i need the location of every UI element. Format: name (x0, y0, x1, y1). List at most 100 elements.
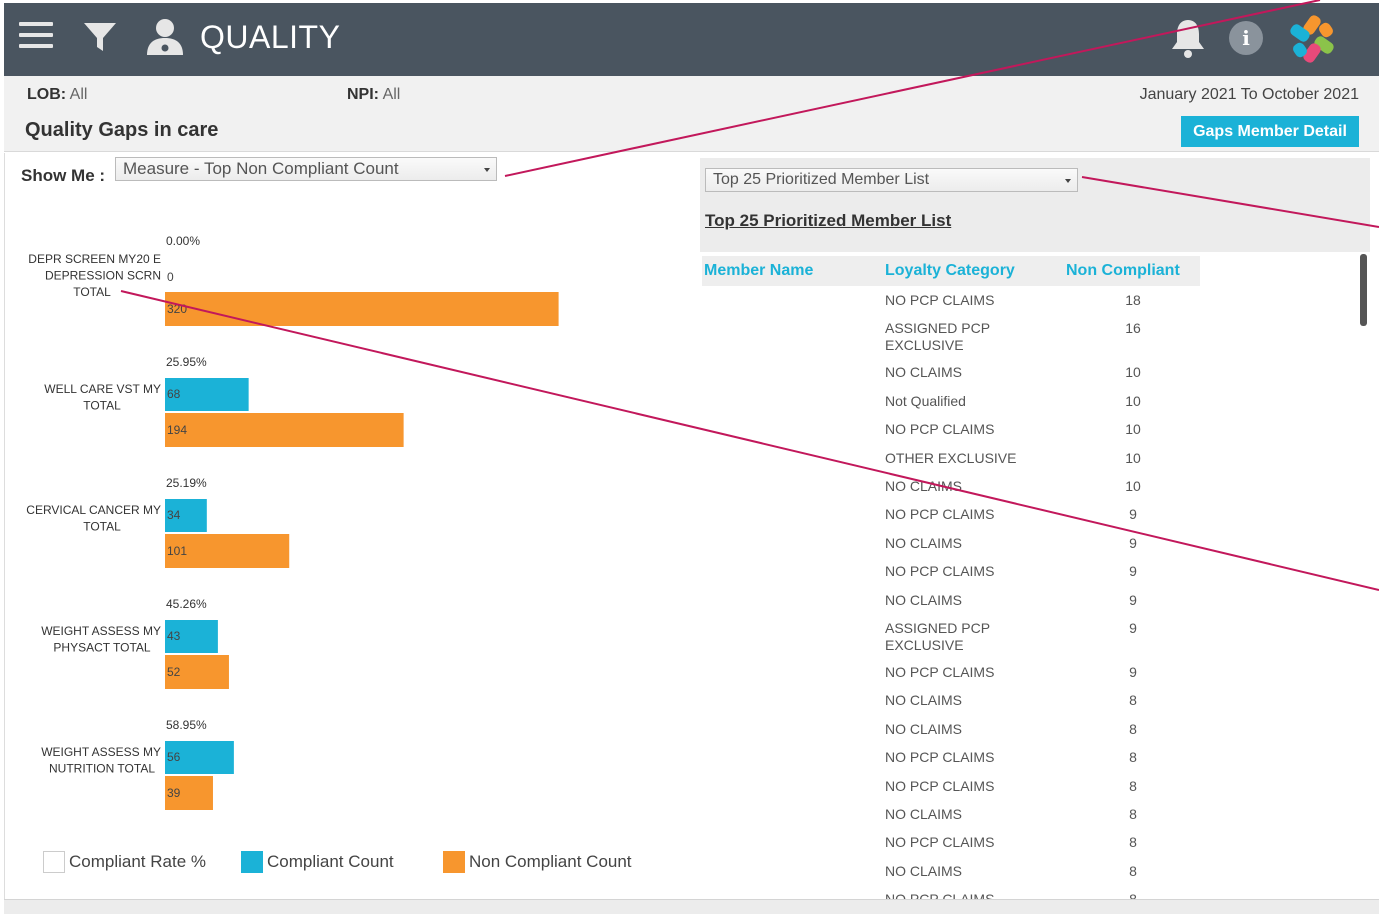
member-list-dropdown[interactable]: Top 25 Prioritized Member List (705, 168, 1078, 192)
compliant-count-label: 68 (167, 387, 181, 401)
noncompliant-count-label: 194 (167, 423, 187, 437)
loyalty-category-cell: NO PCP CLAIMS (885, 749, 995, 766)
filter-header: LOB: All NPI: All January 2021 To Octobe… (4, 76, 1379, 152)
legend-swatch-noncompliant (443, 851, 465, 873)
noncompliant-count-label: 52 (167, 665, 181, 679)
table-header: Member Name Loyalty Category Non Complia… (702, 256, 1200, 286)
noncompliant-count-label: 39 (167, 786, 181, 800)
non-compliant-cell: 9 (1129, 664, 1137, 680)
non-compliant-cell: 10 (1125, 478, 1141, 494)
category-label: PHYSACT TOTAL (53, 641, 150, 655)
npi-filter[interactable]: NPI: All (347, 86, 400, 104)
non-compliant-cell: 10 (1125, 449, 1141, 466)
non-compliant-cell: 9 (1129, 506, 1137, 523)
non-compliant-cell: 8 (1129, 692, 1137, 709)
column-header-non-compliant[interactable]: Non Compliant (1066, 262, 1180, 280)
info-icon[interactable]: i (1229, 21, 1263, 55)
category-label: TOTAL (73, 285, 111, 299)
non-compliant-cell: 10 (1125, 421, 1141, 438)
app-root: QUALITY i LOB: All NPI: All January 2021… (0, 0, 1379, 914)
gaps-member-detail-button[interactable]: Gaps Member Detail (1181, 116, 1359, 147)
non-compliant-cell: 9 (1129, 591, 1137, 608)
measure-bar-chart: 0.00% DEPR SCREEN MY20 E DEPRESSION SCRN TO… (26, 234, 559, 810)
loyalty-category-cell: NO CLAIMS (885, 364, 963, 381)
app-logo-icon[interactable] (1284, 11, 1340, 72)
loyalty-category-cell: NO CLAIMS (885, 862, 963, 879)
compliant-rate-label: 25.19% (166, 476, 207, 490)
non-compliant-cell: 9 (1129, 620, 1137, 636)
compliant-count-label: 0 (167, 270, 174, 284)
loyalty-category-cell: NO PCP CLAIMS (885, 834, 995, 851)
non-compliant-cell: 8 (1129, 720, 1137, 737)
non-compliant-cell: 8 (1129, 834, 1137, 851)
footer-strip (4, 899, 1379, 914)
compliant-count-label: 56 (167, 750, 181, 764)
compliant-count-label: 43 (167, 629, 181, 643)
loyalty-category-cell: NO PCP CLAIMS (885, 777, 995, 794)
legend-swatch-rate (43, 851, 65, 873)
menu-icon[interactable] (19, 22, 53, 52)
non-compliant-cell: 9 (1129, 534, 1137, 551)
person-icon[interactable] (144, 17, 186, 62)
legend-swatch-compliant (241, 851, 263, 873)
loyalty-category-cell: NO PCP CLAIMS (885, 563, 995, 580)
compliant-rate-label: 45.26% (166, 597, 207, 611)
category-label: CERVICAL CANCER MY (26, 503, 161, 517)
category-label: NUTRITION TOTAL (49, 762, 155, 776)
loyalty-category-cell: NO PCP CLAIMS (885, 664, 995, 680)
loyalty-category-cell: ASSIGNED PCP EXCLUSIVE (885, 620, 990, 653)
loyalty-category-cell: NO CLAIMS (885, 692, 963, 709)
category-label: WELL CARE VST MY (44, 382, 161, 396)
noncompliant-count-bar (165, 292, 559, 326)
chart-panel: Show Me : Measure - Top Non Compliant Co… (4, 153, 694, 900)
app-title: QUALITY (200, 19, 341, 55)
non-compliant-cell: 8 (1129, 749, 1137, 766)
category-label: TOTAL (83, 399, 121, 413)
chevron-down-icon (1065, 179, 1071, 183)
noncompliant-count-label: 101 (167, 544, 187, 558)
non-compliant-cell: 8 (1129, 777, 1137, 794)
category-label: TOTAL (83, 520, 121, 534)
loyalty-category-cell: NO CLAIMS (885, 534, 963, 551)
compliant-rate-label: 58.95% (166, 718, 207, 732)
non-compliant-cell: 16 (1125, 320, 1141, 337)
member-list-selected: Top 25 Prioritized Member List (713, 171, 930, 188)
loyalty-category-cell: ASSIGNED PCP EXCLUSIVE (885, 320, 990, 354)
loyalty-category-cell: NO CLAIMS (885, 720, 963, 737)
loyalty-category-cell: NO CLAIMS (885, 806, 963, 822)
loyalty-category-cell: Not Qualified (885, 392, 966, 409)
bell-icon[interactable] (1168, 17, 1208, 64)
noncompliant-count-label: 320 (167, 302, 187, 316)
category-label: DEPR SCREEN MY20 E (28, 252, 161, 266)
non-compliant-cell: 8 (1129, 806, 1137, 822)
compliant-count-label: 34 (167, 508, 181, 522)
loyalty-category-cell: OTHER EXCLUSIVE (885, 449, 1017, 466)
member-list-title: Top 25 Prioritized Member List (705, 211, 952, 230)
column-header-loyalty-category[interactable]: Loyalty Category (885, 262, 1015, 280)
non-compliant-cell: 9 (1129, 563, 1137, 580)
scrollbar[interactable] (1360, 254, 1367, 326)
member-list-panel: Top 25 Prioritized Member List Top 25 Pr… (700, 158, 1370, 900)
page-title: Quality Gaps in care (25, 119, 219, 141)
noncompliant-count-bar (165, 413, 404, 447)
filter-icon[interactable] (82, 19, 120, 60)
date-range: January 2021 To October 2021 (1139, 86, 1359, 103)
category-label: WEIGHT ASSESS MY (41, 745, 161, 759)
compliant-rate-label: 25.95% (166, 355, 207, 369)
loyalty-category-cell: NO PCP CLAIMS (885, 506, 995, 523)
non-compliant-cell: 10 (1125, 364, 1141, 381)
top-bar: QUALITY i (4, 3, 1379, 76)
category-label: WEIGHT ASSESS MY (41, 624, 161, 638)
loyalty-category-cell: NO CLAIMS (885, 591, 963, 608)
compliant-rate-label: 0.00% (166, 234, 200, 248)
loyalty-category-cell: NO PCP CLAIMS (885, 292, 995, 308)
non-compliant-cell: 8 (1129, 862, 1137, 879)
column-header-member-name[interactable]: Member Name (704, 262, 813, 280)
member-table: Member Name Loyalty Category Non Complia… (700, 252, 1370, 900)
loyalty-category-cell: NO PCP CLAIMS (885, 421, 995, 438)
non-compliant-cell: 18 (1125, 292, 1141, 308)
loyalty-category-cell: NO CLAIMS (885, 478, 963, 494)
non-compliant-cell: 10 (1125, 392, 1141, 409)
lob-filter[interactable]: LOB: All (27, 86, 87, 104)
category-label: DEPRESSION SCRN (45, 269, 161, 283)
